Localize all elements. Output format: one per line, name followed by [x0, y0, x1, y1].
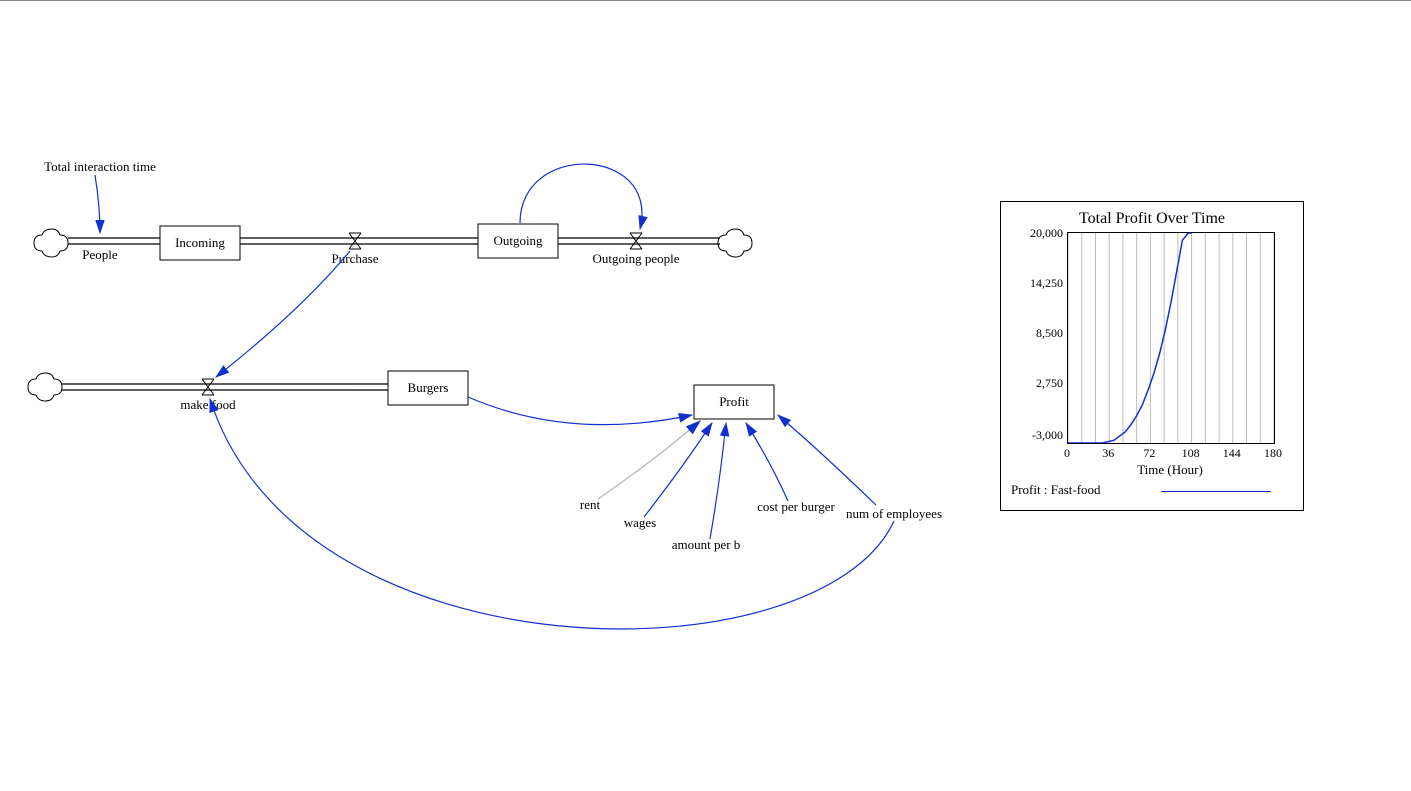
chart-xtick-4: 144 — [1217, 446, 1247, 461]
chart-xaxis-label: Time (Hour) — [1067, 462, 1273, 478]
chart-legend-label: Profit : Fast-food — [1011, 482, 1101, 497]
cloud-sink-icon — [718, 229, 752, 257]
chart-ytick-2: 8,500 — [1009, 326, 1063, 341]
stock-incoming-label: Incoming — [175, 235, 225, 250]
valve-purchase-icon[interactable] — [349, 233, 361, 249]
aux-num-of-employees[interactable]: num of employees — [846, 506, 942, 521]
chart-ytick-4: 20,000 — [1009, 226, 1063, 241]
chart-ytick-3: 14,250 — [1009, 276, 1063, 291]
chart-legend: Profit : Fast-food — [1011, 482, 1293, 500]
chart-legend-line-icon — [1161, 491, 1271, 492]
flow-outgoing-people-label: Outgoing people — [592, 251, 679, 266]
aux-amount-per-b[interactable]: amount per b — [672, 537, 741, 552]
chart-xtick-0: 0 — [1052, 446, 1082, 461]
stock-burgers-label: Burgers — [408, 380, 449, 395]
cloud-source2-icon — [28, 373, 62, 401]
aux-total-interaction-time[interactable]: Total interaction time — [44, 159, 156, 174]
chart-xtick-3: 108 — [1176, 446, 1206, 461]
chart-xtick-1: 36 — [1093, 446, 1123, 461]
chart-xtick-5: 180 — [1258, 446, 1288, 461]
stock-outgoing-label: Outgoing — [493, 233, 543, 248]
chart-panel[interactable]: Total Profit Over Time 20,000 14,250 8,5… — [1000, 201, 1304, 511]
chart-ytick-0: -3,000 — [1009, 428, 1063, 443]
flow-people-label: People — [82, 247, 118, 262]
cloud-source-icon — [34, 229, 68, 257]
stock-profit-label: Profit — [719, 394, 749, 409]
aux-wages[interactable]: wages — [624, 515, 657, 530]
chart-xtick-2: 72 — [1134, 446, 1164, 461]
chart-ytick-1: 2,750 — [1009, 376, 1063, 391]
aux-rent[interactable]: rent — [580, 497, 601, 512]
flow-make-food-label: make food — [180, 397, 236, 412]
aux-cost-per-burger[interactable]: cost per burger — [757, 499, 835, 514]
valve-outgoing-people-icon[interactable] — [630, 233, 642, 249]
valve-make-food-icon[interactable] — [202, 379, 214, 395]
chart-plot-area — [1067, 232, 1275, 444]
